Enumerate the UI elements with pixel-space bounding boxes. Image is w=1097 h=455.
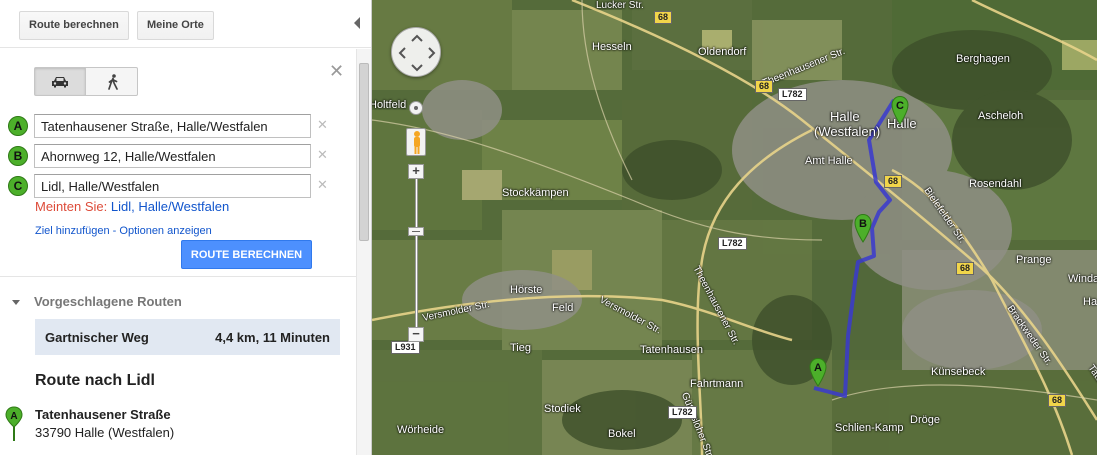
svg-text:A: A [814, 362, 822, 374]
car-mode-button[interactable] [35, 68, 86, 95]
waypoint-marker-b[interactable]: B [8, 146, 28, 166]
place-label: Prange [1016, 254, 1052, 266]
reset-view-button[interactable] [409, 101, 423, 115]
place-label: Winda [1068, 273, 1097, 285]
waypoint-b-input[interactable] [34, 144, 311, 168]
add-destination-link[interactable]: Ziel hinzufügen [35, 225, 110, 237]
place-label: Ascheloh [978, 110, 1024, 122]
place-label: Oldendorf [698, 46, 747, 58]
place-label: Stockkämpen [502, 187, 569, 199]
svg-text:C: C [896, 100, 904, 112]
route-marker-b[interactable]: B [853, 213, 873, 243]
travel-mode-selector [34, 67, 138, 96]
road-sign: 68 [1048, 394, 1067, 407]
place-label: Stodiek [544, 403, 581, 415]
zoom-in-button[interactable]: + [408, 164, 424, 179]
waypoint-row-c: C ✕ [6, 174, 336, 200]
road-sign: 68 [755, 80, 774, 93]
svg-text:A: A [10, 411, 17, 422]
svg-text:B: B [859, 218, 867, 230]
place-label: Schlien-Kamp [835, 422, 904, 434]
place-label: Ha [1083, 296, 1097, 308]
place-label: Tatenhausen [640, 344, 703, 356]
suggested-routes-header[interactable]: Vorgeschlagene Routen [12, 294, 182, 309]
scrollbar-thumb[interactable] [359, 63, 369, 241]
route-marker-c[interactable]: C [890, 95, 910, 125]
place-label: Amt Halle [805, 155, 853, 167]
waypoint-row-b: B ✕ [6, 144, 336, 170]
route-option[interactable]: Gartnischer Weg 4,4 km, 11 Minuten [35, 319, 340, 355]
road-sign: L931 [391, 341, 420, 354]
satellite-map[interactable]: Hesseln Oldendorf Berghagen Holtfeld Hal… [372, 0, 1097, 455]
did-you-mean-label: Meinten Sie: [35, 199, 108, 214]
walking-mode-button[interactable] [87, 68, 138, 95]
route-links: Ziel hinzufügen - Optionen anzeigen [35, 225, 212, 237]
place-label: Tieg [510, 342, 531, 354]
meine-orte-button[interactable]: Meine Orte [137, 11, 214, 40]
zoom-out-button[interactable]: − [408, 327, 424, 342]
waypoint-marker-c[interactable]: C [8, 176, 28, 196]
place-label: Fahrtmann [690, 378, 744, 390]
directions-panel: Route berechnen Meine Orte ✕ A Tatenhaus… [0, 0, 372, 455]
walking-icon [107, 73, 118, 90]
route-option-name: Gartnischer Weg [45, 330, 149, 345]
place-label: Bokel [608, 428, 636, 440]
place-label: Berghagen [956, 53, 1010, 65]
start-location-name: Tatenhausener Straße [35, 407, 171, 422]
remove-waypoint-a-icon[interactable]: ✕ [317, 117, 328, 133]
street-label: Lucker Str. [596, 0, 644, 11]
place-label: Feld [552, 302, 574, 314]
start-location-address: 33790 Halle (Westfalen) [35, 425, 175, 440]
suggested-routes-title: Vorgeschlagene Routen [34, 294, 182, 309]
place-label: (Westfalen) [814, 124, 881, 139]
place-label: Künsebeck [931, 366, 986, 378]
zoom-slider-handle[interactable] [408, 227, 424, 236]
close-icon[interactable]: ✕ [329, 62, 344, 80]
place-label: Halle [830, 109, 860, 124]
did-you-mean-separator: , [131, 199, 135, 214]
place-label: Dröge [910, 414, 940, 426]
directions-title: Route nach Lidl [35, 372, 155, 389]
divider [0, 276, 356, 277]
zoom-slider-track[interactable] [415, 178, 418, 338]
road-sign: L782 [668, 406, 697, 419]
road-sign: 68 [654, 11, 673, 24]
links-separator: - [112, 225, 117, 237]
did-you-mean: Meinten Sie: Lidl, Halle/Westfalen [35, 199, 229, 214]
panel-content: ✕ A ✕ B ✕ C ✕ Meinten Sie: Lidl, Halle/W… [0, 49, 371, 455]
waypoint-marker-a[interactable]: A [8, 116, 28, 136]
place-label: Rosendahl [969, 178, 1022, 190]
place-label: Holtfeld [372, 99, 407, 111]
collapse-panel-icon[interactable] [354, 17, 360, 29]
pan-control[interactable] [391, 27, 441, 77]
place-label: Wörheide [397, 424, 445, 436]
panel-scrollbar[interactable] [356, 49, 371, 455]
remove-waypoint-c-icon[interactable]: ✕ [317, 177, 328, 193]
waypoint-row-a: A ✕ [6, 114, 336, 140]
remove-waypoint-b-icon[interactable]: ✕ [317, 147, 328, 163]
road-sign: 68 [884, 175, 903, 188]
road-sign: 68 [956, 262, 975, 275]
route-berechnen-button[interactable]: Route berechnen [19, 11, 129, 40]
did-you-mean-link-lidl[interactable]: Lidl [111, 199, 131, 214]
expand-triangle-icon [12, 300, 20, 306]
place-label: Hesseln [592, 41, 632, 53]
road-sign: L782 [718, 237, 747, 250]
street-view-pegman-icon[interactable] [406, 128, 426, 156]
start-marker-icon: A [5, 406, 23, 441]
route-marker-a[interactable]: A [808, 357, 828, 387]
panel-toolbar: Route berechnen Meine Orte [0, 0, 371, 48]
pan-arrows-icon [398, 34, 436, 72]
calculate-route-button[interactable]: ROUTE BERECHNEN [181, 240, 312, 269]
place-label: Hörste [510, 284, 543, 296]
car-icon [52, 76, 68, 87]
show-options-link[interactable]: Optionen anzeigen [119, 225, 211, 237]
did-you-mean-link-halle[interactable]: Halle/Westfalen [138, 199, 229, 214]
road-sign: L782 [778, 88, 807, 101]
waypoint-c-input[interactable] [34, 174, 311, 198]
route-option-summary: 4,4 km, 11 Minuten [215, 330, 330, 345]
waypoint-a-input[interactable] [34, 114, 311, 138]
